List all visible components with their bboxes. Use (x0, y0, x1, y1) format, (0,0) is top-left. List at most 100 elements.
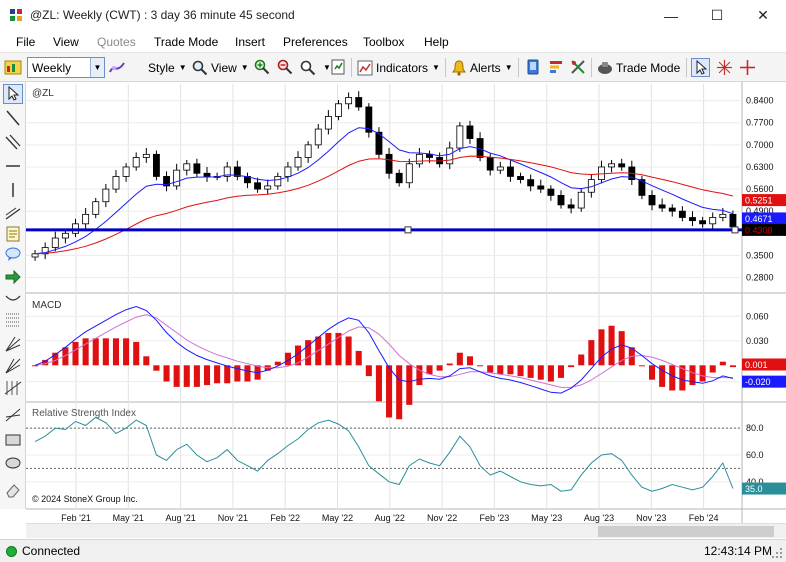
note-tool[interactable] (3, 224, 23, 244)
macd-histogram-bar[interactable] (557, 365, 565, 378)
candle-body[interactable] (102, 188, 110, 203)
macd-histogram-bar[interactable] (163, 365, 170, 382)
maximize-button[interactable]: ☐ (694, 0, 740, 31)
candle-body[interactable] (466, 125, 474, 139)
candle-body[interactable] (142, 153, 150, 158)
color-bars-icon[interactable] (548, 59, 564, 75)
macd-histogram-bar[interactable] (456, 352, 463, 366)
vertical-line-tool[interactable] (3, 180, 23, 200)
parallel-lines-tool[interactable] (3, 132, 23, 152)
macd-histogram-bar[interactable] (173, 365, 180, 387)
toolbar-alerts-button[interactable]: Alerts ▼ (451, 58, 513, 77)
macd-histogram-bar[interactable] (244, 365, 251, 382)
candle-body[interactable] (355, 97, 363, 108)
fibonacci-tool[interactable] (3, 310, 23, 330)
candle-body[interactable] (486, 157, 494, 171)
macd-histogram-bar[interactable] (112, 338, 120, 366)
candle-body[interactable] (506, 166, 514, 177)
text-tool[interactable] (3, 244, 23, 264)
crosshair-icon[interactable] (739, 59, 756, 76)
macd-histogram-bar[interactable] (224, 365, 231, 384)
chevron-down-icon[interactable]: ▼ (90, 58, 104, 77)
macd-histogram-bar[interactable] (669, 365, 676, 391)
macd-histogram-bar[interactable] (487, 365, 494, 373)
macd-histogram-bar[interactable] (719, 361, 726, 366)
macd-histogram-bar[interactable] (537, 365, 544, 380)
chart-canvas[interactable]: @ZL MACD Relative Strength Index © 2024 … (26, 82, 786, 523)
candle-body[interactable] (284, 166, 292, 177)
macd-histogram-bar[interactable] (588, 340, 595, 366)
tools-icon[interactable] (570, 59, 586, 75)
macd-histogram-bar[interactable] (608, 325, 615, 366)
macd-histogram-bar[interactable] (183, 365, 190, 387)
zoom-out-icon[interactable] (277, 59, 293, 75)
macd-histogram-bar[interactable] (102, 338, 109, 366)
candle-body[interactable] (324, 116, 332, 130)
menu-view[interactable]: View (53, 35, 79, 49)
candle-body[interactable] (314, 128, 322, 146)
candle-body[interactable] (122, 166, 130, 177)
macd-line[interactable] (34, 305, 734, 394)
line-handle[interactable] (404, 226, 412, 234)
macd-histogram-bar[interactable] (203, 365, 211, 386)
zoom-in-icon[interactable] (254, 59, 270, 75)
wedge-tool[interactable] (3, 405, 23, 425)
candle-body[interactable] (709, 217, 717, 225)
arc-tool[interactable] (3, 288, 23, 308)
price-pane[interactable] (26, 82, 786, 293)
candle-body[interactable] (132, 157, 140, 168)
candle-body[interactable] (294, 157, 302, 168)
menu-toolbox[interactable]: Toolbox (363, 35, 404, 49)
arrow-tool[interactable] (3, 267, 23, 287)
chart-folder-icon[interactable] (4, 58, 22, 76)
toolbar-trade-mode-button[interactable]: Trade Mode (597, 58, 680, 77)
candle-body[interactable] (335, 103, 342, 117)
menu-preferences[interactable]: Preferences (283, 35, 348, 49)
macd-histogram-bar[interactable] (406, 365, 413, 405)
candle-body[interactable] (415, 153, 423, 165)
candle-body[interactable] (557, 194, 565, 206)
macd-histogram-bar[interactable] (709, 365, 716, 373)
candle-body[interactable] (658, 204, 666, 209)
macd-histogram-bar[interactable] (517, 365, 524, 377)
candle-body[interactable] (496, 166, 504, 171)
pointer-tool-icon[interactable] (691, 58, 710, 77)
chart-scrollbar[interactable] (26, 523, 786, 538)
candle-body[interactable] (385, 153, 393, 174)
macd-signal-line[interactable] (35, 314, 733, 388)
gann-tool[interactable] (3, 356, 23, 376)
candle-body[interactable] (112, 176, 120, 190)
crosshair-star-icon[interactable] (716, 59, 733, 76)
cycle-tool[interactable] (3, 378, 23, 398)
macd-histogram-bar[interactable] (466, 356, 474, 366)
horizontal-line-tool[interactable] (3, 156, 23, 176)
candle-body[interactable] (567, 204, 575, 209)
candle-body[interactable] (699, 220, 707, 225)
macd-histogram-bar[interactable] (355, 350, 362, 366)
menu-trade-mode[interactable]: Trade Mode (154, 35, 218, 49)
macd-histogram-bar[interactable] (648, 365, 656, 380)
candle-body[interactable] (61, 232, 69, 239)
candle-body[interactable] (92, 201, 100, 215)
macd-histogram-bar[interactable] (123, 338, 130, 366)
macd-histogram-bar[interactable] (396, 365, 403, 420)
macd-histogram-bar[interactable] (143, 356, 150, 366)
candle-body[interactable] (173, 169, 181, 187)
toolbar-view-button[interactable]: View ▼ (192, 58, 249, 77)
minimize-button[interactable]: — (648, 0, 694, 31)
macd-histogram-bar[interactable] (72, 341, 79, 366)
candle-body[interactable] (274, 176, 282, 187)
trendline-tool[interactable] (3, 108, 23, 128)
macd-histogram-bar[interactable] (547, 365, 554, 382)
candle-body[interactable] (152, 153, 160, 177)
macd-histogram-bar[interactable] (497, 365, 504, 375)
zoom-options-button[interactable]: ▼ (300, 58, 331, 77)
chart-panel[interactable]: @ZL MACD Relative Strength Index © 2024 … (26, 82, 786, 523)
candle-body[interactable] (527, 179, 535, 187)
menu-quotes[interactable]: Quotes (97, 35, 136, 49)
candle-body[interactable] (304, 144, 312, 158)
macd-histogram-bar[interactable] (193, 365, 200, 387)
macd-histogram-bar[interactable] (133, 341, 140, 366)
candle-body[interactable] (264, 185, 272, 190)
refresh-chart-icon[interactable] (330, 59, 346, 75)
